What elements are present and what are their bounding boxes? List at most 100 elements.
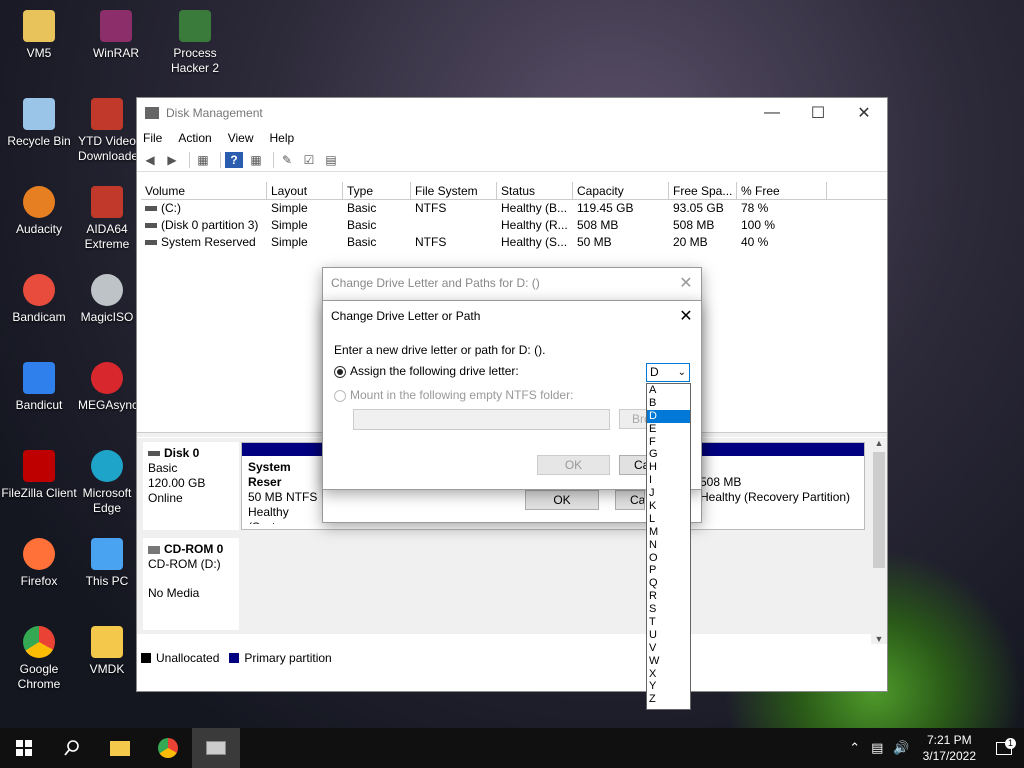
ok-button[interactable]: OK [525,490,599,510]
drive-letter-option[interactable]: G [647,448,690,461]
desktop-icon-megasync[interactable]: MEGAsync [78,362,136,413]
scroll-up-icon[interactable]: ▲ [871,438,887,448]
desktop-icon-bandicam[interactable]: Bandicam [1,274,77,325]
close-icon[interactable]: ✕ [671,306,701,326]
table-row[interactable]: System Reserved Simple Basic NTFS Health… [141,234,887,251]
drive-letter-option[interactable]: X [647,668,690,681]
column-layout[interactable]: Layout [267,182,343,199]
menu-help[interactable]: Help [270,131,295,145]
partition-recovery[interactable]: 508 MB Healthy (Recovery Partition) [700,460,860,524]
drive-letter-option[interactable]: D [647,409,690,423]
drive-letter-option[interactable]: H [647,461,690,474]
scroll-thumb[interactable] [873,452,885,568]
drive-letter-option[interactable]: A [647,384,690,397]
column-status[interactable]: Status [497,182,573,199]
desktop-icon-aida64[interactable]: AIDA64 Extreme [78,186,136,252]
drive-letter-option[interactable]: I [647,474,690,487]
cancel-button[interactable]: Ca [615,490,645,510]
desktop-icon-firefox[interactable]: Firefox [1,538,77,589]
notification-button[interactable]: 1 [984,737,1024,755]
drive-letter-option[interactable]: P [647,564,690,577]
volume-icon[interactable]: 🔊 [893,740,909,756]
desktop-icon-edge[interactable]: Microsoft Edge [78,450,136,516]
assign-letter-option[interactable]: Assign the following drive letter: [334,364,519,378]
start-button[interactable] [0,728,48,768]
drive-letter-option[interactable]: B [647,397,690,410]
connect-icon[interactable]: ✎ [278,152,296,168]
drive-letter-option[interactable]: R [647,590,690,603]
drive-letter-option[interactable]: N [647,539,690,552]
column-file-system[interactable]: File System [411,182,497,199]
drive-letter-option[interactable]: E [647,423,690,436]
scroll-down-icon[interactable]: ▼ [871,634,887,644]
maximize-button[interactable]: ☐ [795,103,841,123]
drive-letter-option[interactable]: Q [647,577,690,590]
drive-letter-option[interactable]: U [647,629,690,642]
network-icon[interactable]: ▤ [871,740,883,756]
chevron-up-icon[interactable]: ⌃ [849,740,860,756]
window-titlebar[interactable]: Disk Management — ☐ ✕ [137,98,887,128]
dialog-titlebar[interactable]: Change Drive Letter and Paths for D: () … [323,268,701,298]
close-button[interactable]: ✕ [841,103,887,123]
drive-letter-option[interactable]: W [647,655,690,668]
table-row[interactable]: (C:) Simple Basic NTFS Healthy (B... 119… [141,200,887,217]
drive-letter-option[interactable]: S [647,603,690,616]
column-capacity[interactable]: Capacity [573,182,669,199]
back-arrow-icon[interactable]: ◀ [141,152,159,168]
column-volume[interactable]: Volume [141,182,267,199]
dialog-titlebar[interactable]: Change Drive Letter or Path ✕ [323,301,701,331]
drive-letter-option[interactable]: O [647,552,690,565]
desktop-icon-chrome[interactable]: Google Chrome [1,626,77,692]
desktop-icon-this-pc[interactable]: This PC [78,538,136,589]
desktop-icon-filezilla[interactable]: FileZilla Client [1,450,77,501]
file-explorer-taskbar-button[interactable] [96,728,144,768]
drive-letter-option[interactable]: V [647,642,690,655]
desktop-icon-winrar[interactable]: WinRAR [78,10,154,61]
cancel-button[interactable]: Ca [619,455,649,475]
monitor-icon [91,538,123,570]
help-icon[interactable]: ? [225,151,243,168]
drive-letter-option[interactable]: M [647,526,690,539]
clock[interactable]: 7:21 PM 3/17/2022 [923,732,976,764]
table-row[interactable]: (Disk 0 partition 3) Simple Basic Health… [141,217,887,234]
search-button[interactable] [48,728,96,768]
menu-action[interactable]: Action [178,131,211,145]
forward-arrow-icon[interactable]: ▶ [163,152,181,168]
cdrom-0-label[interactable]: CD-ROM 0 CD-ROM (D:) No Media [143,538,239,630]
menu-view[interactable]: View [228,131,254,145]
view-icon[interactable]: ▤ [322,152,340,168]
checklist-icon[interactable]: ☑ [300,152,318,168]
column-type[interactable]: Type [343,182,411,199]
drive-letter-option[interactable]: Z [647,693,690,706]
properties-icon[interactable]: ▦ [247,152,265,168]
desktop-icon-vm5[interactable]: VM5 [1,10,77,61]
desktop-icon-vmdk[interactable]: VMDK [78,626,136,677]
assign-letter-radio[interactable] [334,365,346,378]
drive-letter-option[interactable]: J [647,487,690,500]
disk-0-label[interactable]: Disk 0 Basic 120.00 GB Online [143,442,239,530]
desktop-icon-bandicut[interactable]: Bandicut [1,362,77,413]
close-icon[interactable]: ✕ [671,273,701,293]
drive-letter-option[interactable]: F [647,436,690,449]
drive-letter-option[interactable]: T [647,616,690,629]
column-percent-free[interactable]: % Free [737,182,827,199]
desktop-icon-audacity[interactable]: Audacity [1,186,77,237]
desktop-icon-magiciso[interactable]: MagicISO [78,274,136,325]
drive-letter-option[interactable]: Y [647,680,690,693]
column-free-space[interactable]: Free Spa... [669,182,737,199]
desktop-icon-recycle-bin[interactable]: Recycle Bin [1,98,77,149]
bandicut-icon [23,362,55,394]
console-tree-icon[interactable]: ▦ [194,152,212,168]
minimize-button[interactable]: — [749,104,795,122]
drive-letter-option[interactable]: L [647,513,690,526]
desktop-icon-process-hacker[interactable]: Process Hacker 2 [157,10,233,76]
desktop-icon-ytd[interactable]: YTD Video Downloader [78,98,136,164]
drive-letter-select[interactable]: D ⌄ [646,363,690,382]
disk-map-scrollbar[interactable]: ▲ ▼ [871,438,887,644]
chrome-taskbar-button[interactable] [144,728,192,768]
menu-file[interactable]: File [143,131,162,145]
partition-system-reserved[interactable]: System Reser 50 MB NTFS Healthy (Syste [246,460,326,524]
search-icon [64,740,79,756]
disk-management-taskbar-button[interactable] [192,728,240,768]
drive-letter-option[interactable]: K [647,500,690,513]
